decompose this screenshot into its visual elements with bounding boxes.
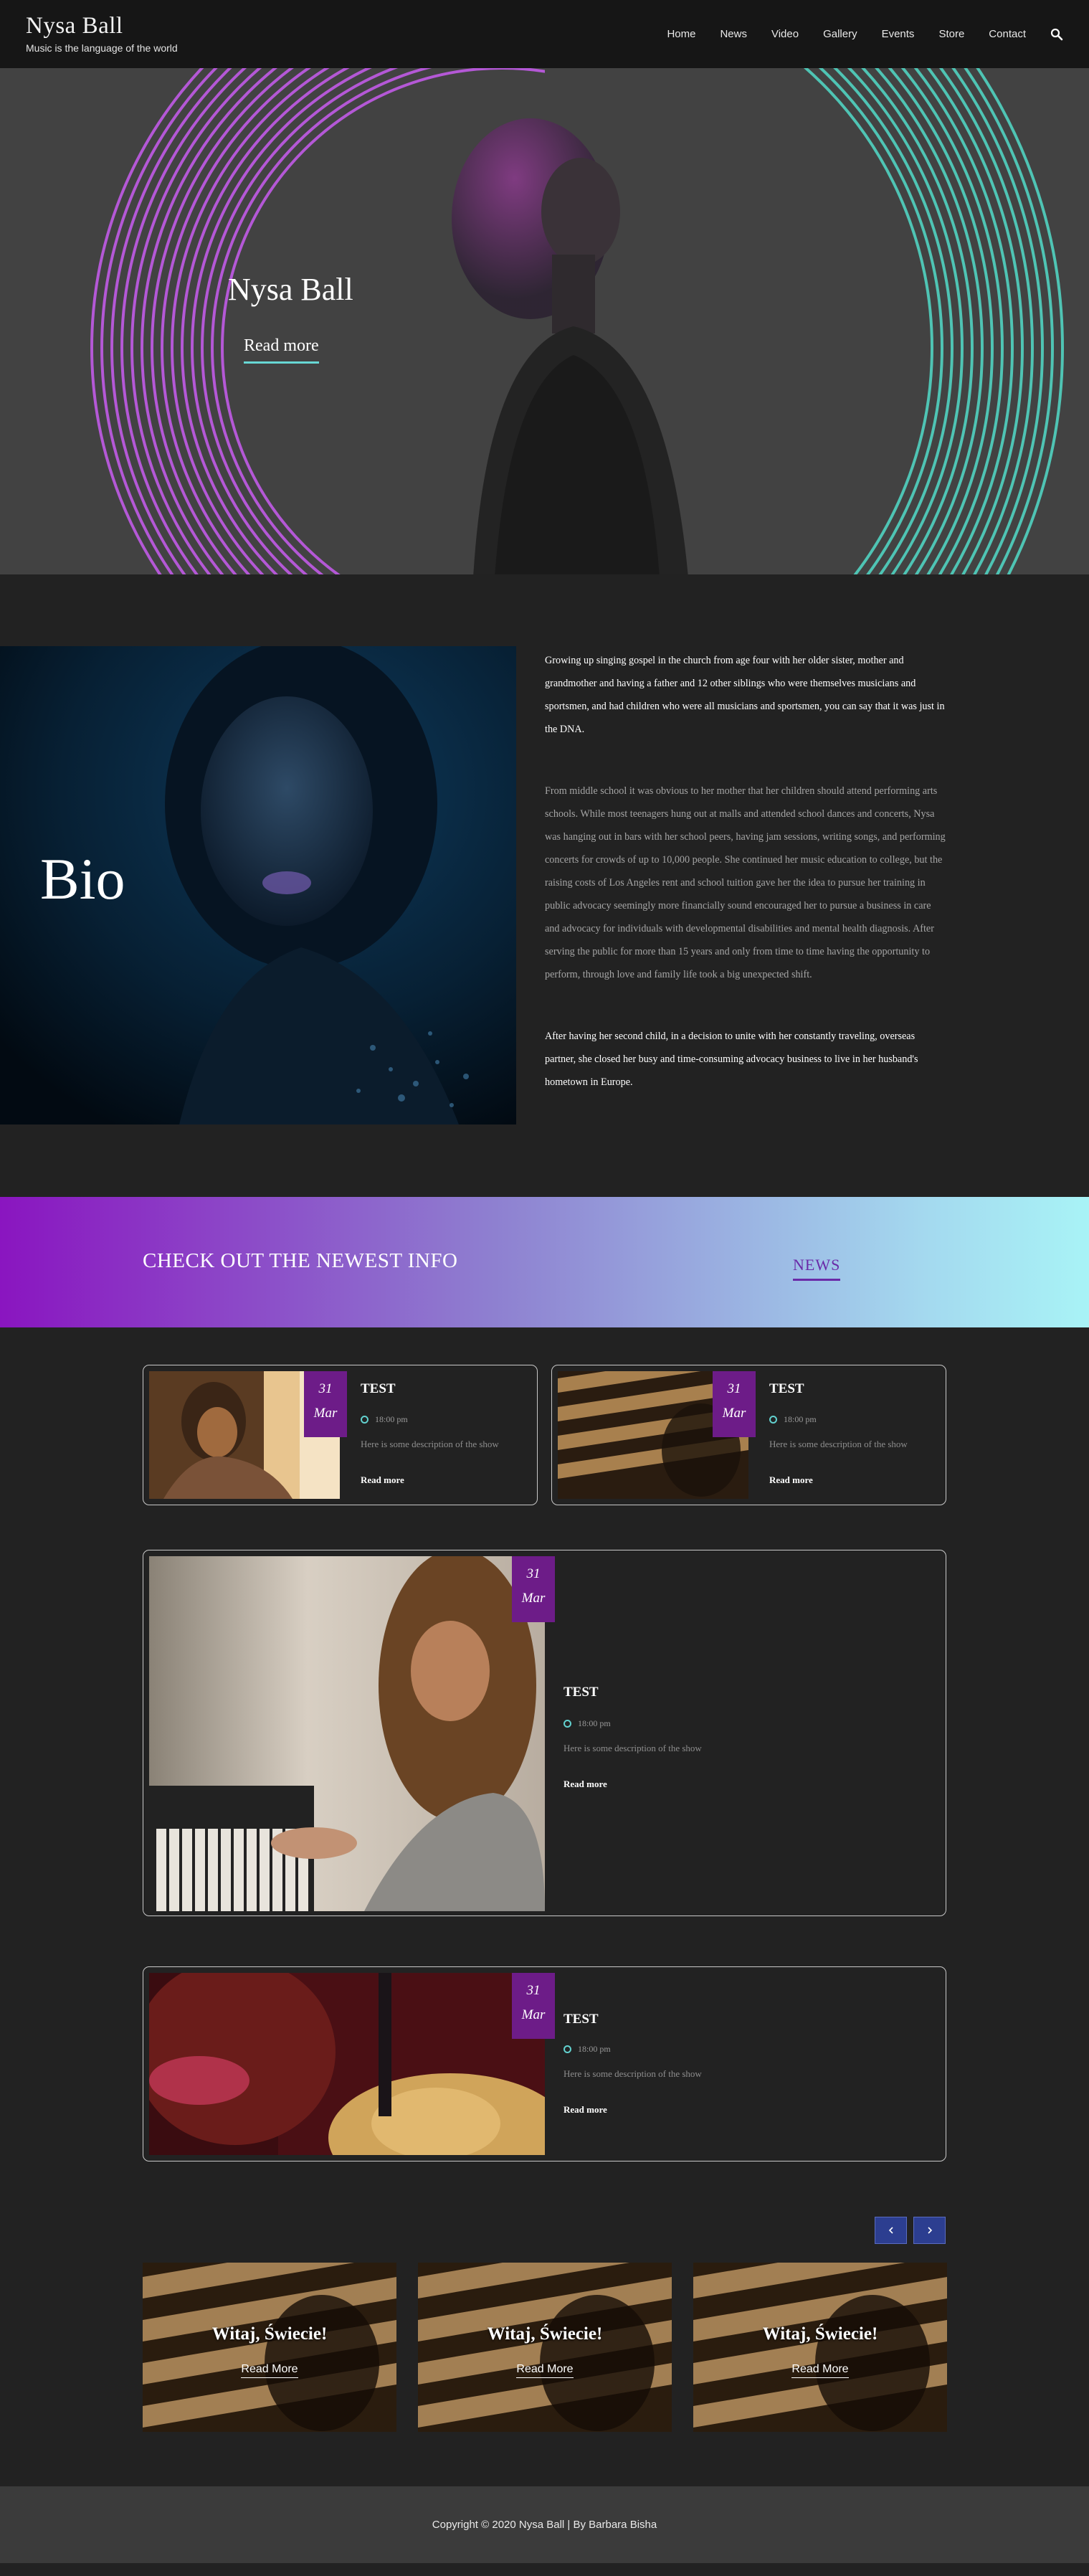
event-description: Here is some description of the show xyxy=(361,1439,499,1449)
site-footer: Copyright © 2020 Nysa Ball | By Barbara … xyxy=(0,2486,1089,2563)
carousel-slide[interactable]: Witaj, Świecie! Read More xyxy=(418,2263,672,2432)
nav-item-home[interactable]: Home xyxy=(667,28,695,40)
event-date-day: 31 xyxy=(526,1983,541,1998)
hero-title: Nysa Ball xyxy=(228,272,353,307)
event-time-text: 18:00 pm xyxy=(375,1414,408,1424)
event-date-month: Mar xyxy=(722,1406,746,1421)
nav-item-events[interactable]: Events xyxy=(882,28,915,40)
slide-read-more-link[interactable]: Read More xyxy=(241,2363,298,2378)
news-banner-headline: CHECK OUT THE NEWEST INFO xyxy=(143,1249,458,1272)
clock-icon xyxy=(361,1416,368,1424)
bio-paragraph: From middle school it was obvious to her… xyxy=(545,785,946,980)
event-image xyxy=(149,1973,545,2155)
event-date-badge: 31 Mar xyxy=(713,1371,756,1437)
hero-read-more-button[interactable]: Read more xyxy=(244,336,319,364)
event-card[interactable]: 31 Mar TEST 18:00 pm Here is some descri… xyxy=(143,1365,538,1505)
clock-icon xyxy=(769,1416,777,1424)
slide-read-more-link[interactable]: Read More xyxy=(791,2363,849,2378)
nav-item-news[interactable]: News xyxy=(720,28,747,40)
events-section: 31 Mar TEST 18:00 pm Here is some descri… xyxy=(0,1327,1089,2211)
event-date-month: Mar xyxy=(521,2007,546,2022)
site-tagline: Music is the language of the world xyxy=(26,42,178,54)
event-read-more-link[interactable]: Read more xyxy=(769,1474,813,1486)
event-date-badge: 31 Mar xyxy=(512,1556,555,1622)
event-title[interactable]: TEST xyxy=(563,2012,599,2027)
carousel-section: Witaj, Świecie! Read More Witaj, Świecie… xyxy=(0,2211,1089,2486)
site-header: Nysa Ball Music is the language of the w… xyxy=(0,0,1089,68)
footer-copyright: Copyright © 2020 Nysa Ball | By Barbara … xyxy=(432,2519,657,2531)
carousel-next-button[interactable] xyxy=(913,2217,946,2244)
bio-portrait-image: Bio xyxy=(0,646,516,1124)
bio-title: Bio xyxy=(40,846,125,911)
clock-icon xyxy=(563,1720,571,1728)
slide-title: Witaj, Świecie! xyxy=(762,2324,878,2344)
event-description: Here is some description of the show xyxy=(563,2068,702,2079)
slide-read-more-link[interactable]: Read More xyxy=(516,2363,574,2378)
chevron-left-icon xyxy=(888,2227,893,2234)
bio-paragraph: After having her second child, in a deci… xyxy=(545,1031,918,1088)
nav-item-video[interactable]: Video xyxy=(771,28,799,40)
event-date-month: Mar xyxy=(521,1591,546,1606)
bio-paragraph: Growing up singing gospel in the church … xyxy=(545,655,945,735)
slide-image xyxy=(143,2263,396,2432)
carousel-prev-button[interactable] xyxy=(875,2217,907,2244)
event-time: 18:00 pm xyxy=(769,1414,817,1425)
bio-text: Growing up singing gospel in the church … xyxy=(545,649,946,1132)
event-date-month: Mar xyxy=(313,1406,338,1421)
chevron-right-icon xyxy=(927,2227,932,2234)
event-read-more-link[interactable]: Read more xyxy=(563,2104,607,2116)
event-time-text: 18:00 pm xyxy=(784,1414,817,1424)
bio-section: Bio Growing up singing gospel in the chu… xyxy=(0,574,1089,1197)
nav-item-contact[interactable]: Contact xyxy=(989,28,1026,40)
event-card[interactable]: 31 Mar TEST 18:00 pm Here is some descri… xyxy=(143,1550,946,1916)
event-time-text: 18:00 pm xyxy=(578,1718,611,1728)
news-banner: CHECK OUT THE NEWEST INFO NEWS xyxy=(0,1197,1089,1327)
event-date-badge: 31 Mar xyxy=(512,1973,555,2039)
slide-title: Witaj, Świecie! xyxy=(487,2324,603,2344)
nav-item-store[interactable]: Store xyxy=(938,28,964,40)
search-icon[interactable] xyxy=(1050,28,1063,41)
event-date-badge: 31 Mar xyxy=(304,1371,347,1437)
event-card[interactable]: 31 Mar TEST 18:00 pm Here is some descri… xyxy=(143,1966,946,2161)
event-date-day: 31 xyxy=(526,1566,541,1581)
site-title[interactable]: Nysa Ball xyxy=(26,14,178,38)
event-time: 18:00 pm xyxy=(563,2044,611,2055)
event-title[interactable]: TEST xyxy=(769,1381,804,1397)
event-time: 18:00 pm xyxy=(361,1414,408,1425)
news-link[interactable]: NEWS xyxy=(793,1256,841,1281)
clock-icon xyxy=(563,2045,571,2053)
slide-image xyxy=(418,2263,672,2432)
event-description: Here is some description of the show xyxy=(563,1743,702,1753)
hero-section: Nysa Ball Read more xyxy=(0,68,1089,574)
carousel-slide[interactable]: Witaj, Świecie! Read More xyxy=(143,2263,396,2432)
slide-image xyxy=(693,2263,947,2432)
event-date-day: 31 xyxy=(727,1381,741,1396)
event-title[interactable]: TEST xyxy=(361,1381,396,1397)
event-read-more-link[interactable]: Read more xyxy=(563,1779,607,1790)
hero-singer-image xyxy=(452,118,688,574)
carousel-slide[interactable]: Witaj, Świecie! Read More xyxy=(693,2263,947,2432)
nav-item-gallery[interactable]: Gallery xyxy=(823,28,857,40)
event-time-text: 18:00 pm xyxy=(578,2044,611,2054)
slide-title: Witaj, Świecie! xyxy=(211,2324,328,2344)
event-image xyxy=(149,1556,545,1911)
event-title[interactable]: TEST xyxy=(563,1685,599,1700)
brand[interactable]: Nysa Ball Music is the language of the w… xyxy=(26,14,178,55)
event-date-day: 31 xyxy=(318,1381,333,1396)
event-description: Here is some description of the show xyxy=(769,1439,908,1449)
event-time: 18:00 pm xyxy=(563,1718,611,1729)
event-card[interactable]: 31 Mar TEST 18:00 pm Here is some descri… xyxy=(551,1365,946,1505)
main-nav: Home News Video Gallery Events Store Con… xyxy=(642,28,1063,41)
event-read-more-link[interactable]: Read more xyxy=(361,1474,404,1486)
